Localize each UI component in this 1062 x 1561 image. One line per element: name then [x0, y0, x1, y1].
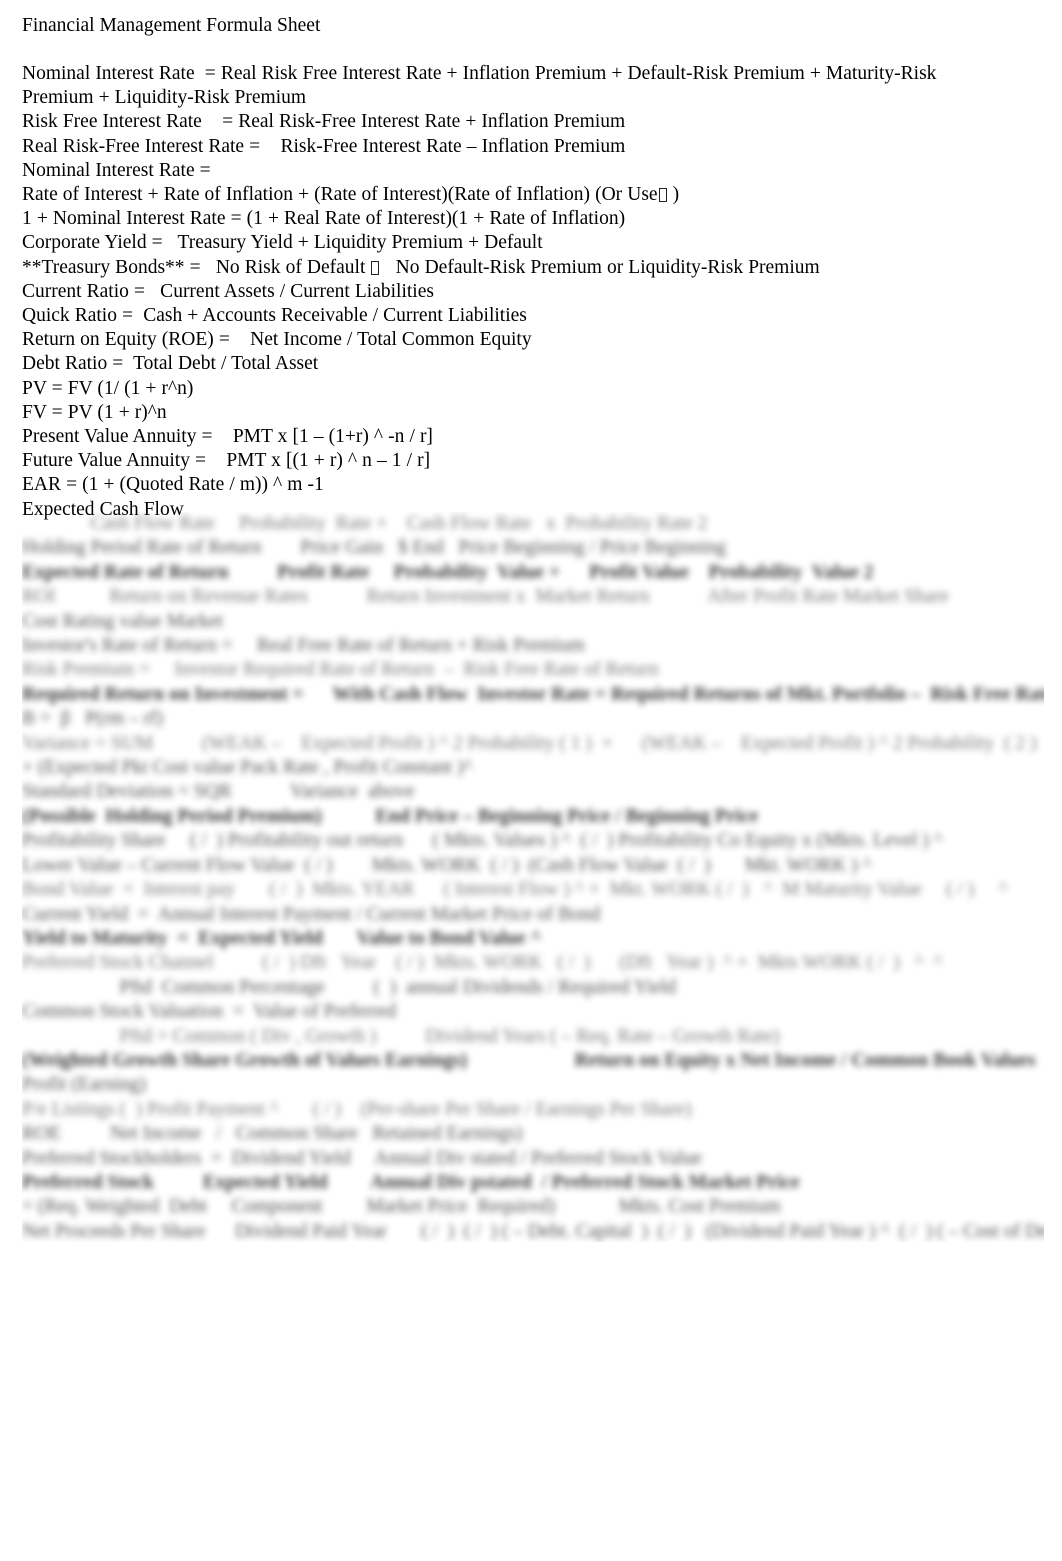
- formula-line-current-ratio: Current Ratio = Current Assets / Current…: [22, 280, 434, 302]
- formula-line-nominal-interest-rate-a: Nominal Interest Rate = Real Risk Free I…: [22, 63, 937, 84]
- formula-line-quick-ratio: Quick Ratio = Cash + Accounts Receivable…: [22, 305, 527, 327]
- obscured-line: Net Proceeds Per Share Dividend Paid Yea…: [22, 1220, 1044, 1242]
- formula-line-treasury-bonds: **Treasury Bonds** = No Risk of Default …: [22, 256, 1040, 280]
- formula-line-risk-free-interest-rate: Risk Free Interest Rate = Real Risk-Free…: [22, 111, 626, 133]
- obscured-line: ROE Net Income / Common Share Retained E…: [22, 1123, 523, 1145]
- obscured-text-region: Cash Flow Rate Probability Rate + Cash F…: [22, 512, 1044, 1242]
- obscured-line: Holding Period Rate of Return Price Gain…: [22, 537, 727, 559]
- formula-line-nominal-interest-rate-b: Premium + Liquidity-Risk Premium: [22, 87, 307, 109]
- obscured-line: Required Return on Investment = With Cas…: [22, 683, 1044, 705]
- treasury-bonds-text-tail: No Default-Risk Premium or Liquidity-Ris…: [380, 256, 820, 278]
- obscured-line: Cost Rating value Market: [22, 610, 223, 632]
- obscured-line: Preferred Stock Expected Yield Annual Di…: [22, 1171, 800, 1193]
- formula-line-future-value-annuity: Future Value Annuity = PMT x [(1 + r) ^ …: [22, 450, 431, 472]
- formula-line-real-risk-free-interest-rate: Real Risk-Free Interest Rate = Risk-Free…: [22, 135, 626, 157]
- obscured-line: Pftd = Common ( Div , Growth ) Dividend …: [22, 1025, 780, 1047]
- obscured-line: Lower Value – Current Flow Value ( / ) M…: [22, 854, 872, 876]
- obscured-text-lines: Cash Flow Rate Probability Rate + Cash F…: [22, 512, 1044, 1242]
- obscured-line: = (Req. Weighted Debt Component Market P…: [22, 1196, 781, 1218]
- obscured-line: Profitability Share ( / ) Profitability …: [22, 830, 943, 852]
- document-body: Financial Management Formula Sheet Nomin…: [22, 14, 1040, 522]
- formula-line-future-value: FV = PV (1 + r)^n: [22, 401, 167, 423]
- obscured-line: Profit (Earning): [22, 1074, 147, 1096]
- obscured-line: Β = β Ρ(rm – rf): [22, 708, 164, 730]
- obscured-line: Preferred Stock Channel ( / ) Dft Year (…: [22, 952, 943, 974]
- formula-line-debt-ratio: Debt Ratio = Total Debt / Total Asset: [22, 353, 319, 375]
- formula-line-rate-of-interest-inflation: Rate of Interest + Rate of Inflation + (…: [22, 183, 1040, 207]
- obscured-line: Bond Value = Interest pay ( / ) Mkts. YE…: [22, 879, 1008, 901]
- obscured-line: (Possible Holding Period Premium) End Pr…: [22, 805, 759, 827]
- missing-glyph-icon: [658, 188, 667, 203]
- formula-line-expected-cash-flow: Expected Cash Flow: [22, 498, 184, 520]
- obscured-line: ROI Return on Revenue Rates Return Inves…: [22, 586, 949, 608]
- obscured-line: Yield to Maturity = Expected Yield Value…: [22, 927, 542, 949]
- obscured-line: Pftd Common Percentage ( ) annual Divide…: [22, 976, 677, 998]
- treasury-bonds-text: **Treasury Bonds** = No Risk of Default: [22, 256, 371, 278]
- obscured-line: Standard Deviation = SQR Variance above: [22, 781, 415, 803]
- formula-line-present-value: PV = FV (1/ (1 + r^n): [22, 377, 194, 399]
- obscured-line: Variance = SUM (WEAK – Expected Profit )…: [22, 732, 1037, 754]
- page-title: Financial Management Formula Sheet: [22, 15, 321, 36]
- formula-line-corporate-yield: Corporate Yield = Treasury Yield + Liqui…: [22, 232, 543, 254]
- missing-glyph-icon: [371, 260, 380, 275]
- obscured-line: Current Yield = Annual Interest Payment …: [22, 903, 601, 925]
- obscured-line: Preferred Stockholders = Dividend Yield …: [22, 1147, 702, 1169]
- obscured-line: (Weighted Growth Share Growth of Values …: [22, 1049, 1044, 1071]
- obscured-line: Investor's Rate of Return = Real Free Ra…: [22, 635, 585, 657]
- obscured-line: Common Stock Valuation = Value of Prefer…: [22, 1001, 397, 1023]
- obscured-line: Expected Rate of Return Profit Rate Prob…: [22, 561, 874, 583]
- formula-line-ear: EAR = (1 + (Quoted Rate / m)) ^ m -1: [22, 474, 324, 496]
- obscured-line: P/e Listings ( ) Profit Payment ^ ( / ) …: [22, 1098, 692, 1120]
- formula-line-return-on-equity: Return on Equity (ROE) = Net Income / To…: [22, 329, 532, 351]
- title-spacer: [22, 38, 1040, 62]
- rate-of-interest-text: Rate of Interest + Rate of Inflation + (…: [22, 184, 658, 206]
- obscured-line: Risk Premium = Investor Required Rate of…: [22, 659, 659, 681]
- rate-of-interest-text-tail: ): [667, 184, 680, 206]
- formula-line-nominal-interest-rate-header: Nominal Interest Rate =: [22, 159, 211, 181]
- document-page: Financial Management Formula Sheet Nomin…: [0, 0, 1062, 1561]
- obscured-line: + (Expected Pkt Cost value Pack Rate , P…: [22, 757, 473, 779]
- formula-line-present-value-annuity: Present Value Annuity = PMT x [1 – (1+r)…: [22, 426, 433, 448]
- formula-line-one-plus-nominal: 1 + Nominal Interest Rate = (1 + Real Ra…: [22, 208, 626, 230]
